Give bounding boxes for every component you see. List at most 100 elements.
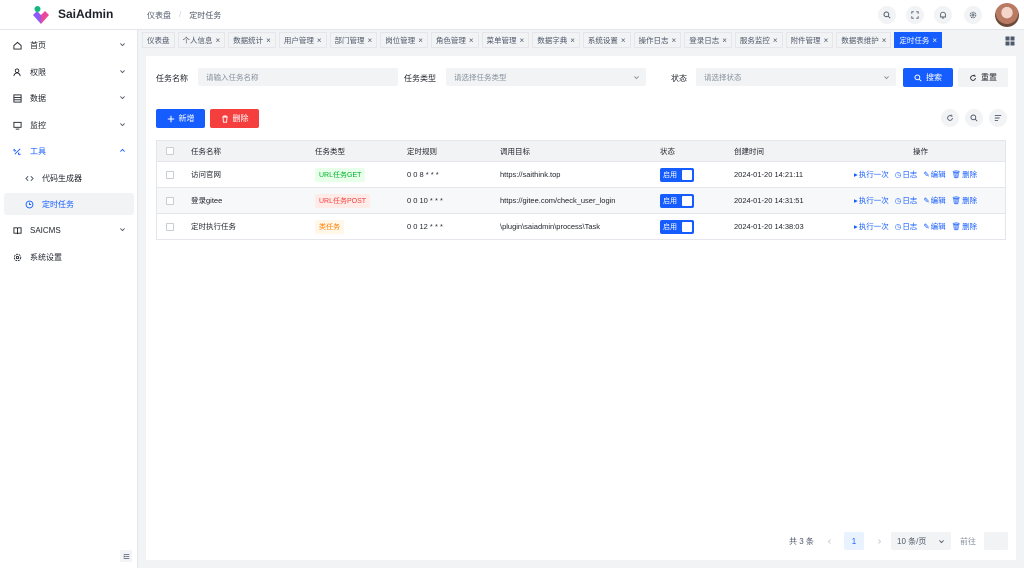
log-link[interactable]: ◷ 日志	[895, 169, 918, 180]
grid-icon[interactable]	[1005, 36, 1015, 46]
sidebar-item-data[interactable]: 数据	[4, 87, 134, 109]
tab-users[interactable]: 用户管理 ×	[278, 32, 327, 48]
breadcrumb-dashboard[interactable]: 仪表盘	[147, 10, 171, 21]
row-checkbox[interactable]	[166, 222, 174, 231]
search-button[interactable]: 搜索	[903, 68, 953, 87]
row-operations: ▸ 执行一次 ◷ 日志 ✎ 编辑 🗑 删除	[854, 188, 977, 213]
tab-label: 登录日志	[689, 35, 720, 45]
close-icon[interactable]: ×	[621, 36, 626, 45]
goto-page-input[interactable]	[984, 532, 1008, 550]
delete-link[interactable]: 🗑 删除	[952, 195, 978, 206]
tab-operation-log[interactable]: 操作日志 ×	[633, 32, 682, 48]
log-link[interactable]: ◷ 日志	[895, 221, 918, 232]
fullscreen-icon	[911, 11, 919, 19]
add-button[interactable]: 新增	[156, 109, 205, 128]
close-icon[interactable]: ×	[570, 36, 575, 45]
chevron-down-icon	[634, 76, 639, 80]
row-checkbox[interactable]	[166, 170, 174, 179]
next-page-button[interactable]	[876, 532, 883, 550]
sidebar: 首页 权限 数据 监控 工具 代码生成器 定时任务 SAICMS 系统设置	[0, 30, 138, 568]
avatar[interactable]	[995, 3, 1019, 27]
close-icon[interactable]: ×	[773, 36, 778, 45]
fullscreen-button[interactable]	[906, 6, 924, 24]
page-number-current[interactable]: 1	[844, 532, 864, 550]
tab-profile[interactable]: 个人信息 ×	[177, 32, 226, 48]
sidebar-item-tools[interactable]: 工具	[4, 140, 134, 162]
prev-page-button[interactable]	[826, 532, 833, 550]
edit-link[interactable]: ✎ 编辑	[923, 195, 945, 206]
tab-scheduled-task[interactable]: 定时任务 ×	[894, 32, 943, 48]
status-switch[interactable]: 启用	[660, 167, 694, 182]
close-icon[interactable]: ×	[418, 36, 423, 45]
task-name: 定时执行任务	[191, 222, 236, 231]
close-icon[interactable]: ×	[722, 36, 727, 45]
sidebar-item-permission[interactable]: 权限	[4, 61, 134, 83]
log-link[interactable]: ◷ 日志	[895, 195, 918, 206]
close-icon[interactable]: ×	[368, 36, 373, 45]
tab-menus[interactable]: 菜单管理 ×	[481, 32, 530, 48]
tab-label: 附件管理	[790, 35, 821, 45]
tab-login-log[interactable]: 登录日志 ×	[684, 32, 732, 48]
close-icon[interactable]: ×	[266, 36, 271, 45]
page-size-select[interactable]: 10 条/页	[891, 532, 951, 550]
sidebar-collapse-button[interactable]	[120, 550, 132, 562]
run-once-link[interactable]: ▸ 执行一次	[854, 195, 889, 206]
gear-icon	[969, 11, 977, 19]
saiadmin-logo	[33, 6, 49, 24]
run-once-link[interactable]: ▸ 执行一次	[854, 221, 889, 232]
close-icon[interactable]: ×	[824, 36, 829, 45]
delete-link[interactable]: 🗑 删除	[952, 221, 978, 232]
status-switch[interactable]: 启用	[660, 219, 694, 234]
status-select[interactable]: 请选择状态	[696, 68, 896, 86]
task-created: 2024-01-20 14:31:51	[734, 196, 804, 205]
trash-icon: 🗑	[951, 196, 962, 205]
status-switch[interactable]: 启用	[660, 193, 694, 208]
close-icon[interactable]: ×	[216, 36, 221, 45]
tab-system-settings[interactable]: 系统设置 ×	[582, 32, 631, 48]
run-once-link[interactable]: ▸ 执行一次	[854, 169, 889, 180]
delete-button[interactable]: 删除	[210, 109, 259, 128]
notification-button[interactable]	[934, 6, 952, 24]
delete-link[interactable]: 🗑 删除	[952, 169, 978, 180]
tab-dictionary[interactable]: 数据字典 ×	[532, 32, 580, 48]
task-type-select[interactable]: 请选择任务类型	[446, 68, 646, 86]
close-icon[interactable]: ×	[317, 36, 322, 45]
tab-positions[interactable]: 岗位管理 ×	[380, 32, 428, 48]
sidebar-item-monitor[interactable]: 监控	[4, 114, 134, 136]
close-icon[interactable]: ×	[469, 36, 474, 45]
tab-dashboard[interactable]: 仪表盘	[142, 32, 175, 48]
tab-statistics[interactable]: 数据统计 ×	[228, 32, 276, 48]
select-all-checkbox[interactable]	[166, 147, 174, 155]
main-content: 任务名称 请输入任务名称 任务类型 请选择任务类型 状态 请选择状态 搜索 重置…	[146, 56, 1016, 560]
sidebar-item-home[interactable]: 首页	[4, 34, 134, 56]
sidebar-item-system-settings[interactable]: 系统设置	[4, 246, 134, 268]
close-icon[interactable]: ×	[932, 36, 937, 45]
task-target: https://saithink.top	[500, 170, 561, 179]
settings-button[interactable]	[964, 6, 982, 24]
tab-attachments[interactable]: 附件管理 ×	[785, 32, 834, 48]
column-settings-button[interactable]	[989, 109, 1007, 127]
search-button-label: 搜索	[926, 73, 942, 82]
close-icon[interactable]: ×	[672, 36, 677, 45]
sidebar-item-saicms[interactable]: SAICMS	[4, 219, 134, 241]
close-icon[interactable]: ×	[882, 36, 887, 45]
refresh-button[interactable]	[941, 109, 959, 127]
task-name-input[interactable]: 请输入任务名称	[198, 68, 398, 86]
sidebar-item-code-generator[interactable]: 代码生成器	[4, 167, 134, 189]
search-button[interactable]	[878, 6, 896, 24]
sidebar-item-scheduled-task[interactable]: 定时任务	[4, 193, 134, 215]
task-type-cell: URL任务POST	[315, 188, 371, 213]
edit-link[interactable]: ✎ 编辑	[923, 221, 945, 232]
reset-button[interactable]: 重置	[958, 68, 1008, 87]
tab-server-monitor[interactable]: 服务监控 ×	[734, 32, 783, 48]
toggle-search-button[interactable]	[965, 109, 983, 127]
edit-link[interactable]: ✎ 编辑	[923, 169, 945, 180]
close-icon[interactable]: ×	[520, 36, 525, 45]
sidebar-item-label: 定时任务	[42, 199, 74, 209]
tab-table-maintenance[interactable]: 数据表维护 ×	[836, 32, 892, 48]
row-checkbox-cell	[166, 162, 174, 187]
tab-roles[interactable]: 角色管理 ×	[430, 32, 479, 48]
status-cell: 启用	[660, 214, 694, 239]
tab-departments[interactable]: 部门管理 ×	[329, 32, 378, 48]
row-checkbox[interactable]	[166, 196, 174, 205]
